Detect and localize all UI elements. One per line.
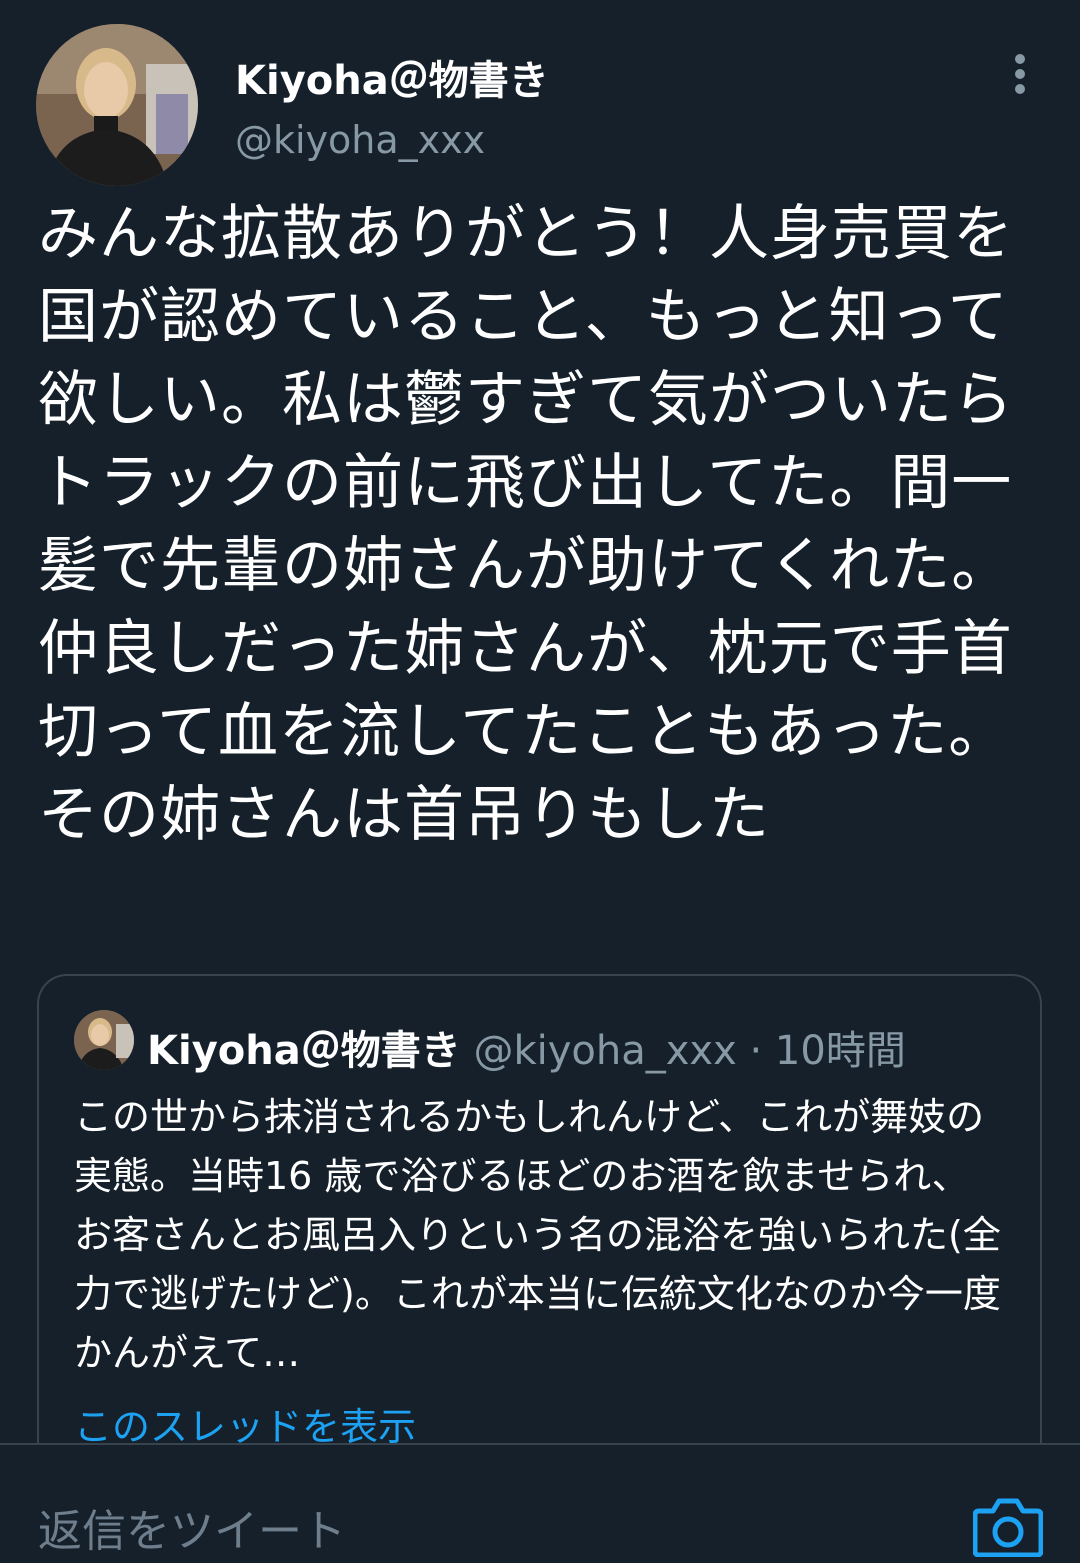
quoted-tweet-card[interactable]: Kiyoha＠物書き @kiyoha_xxx · 10時間 この世から抹消される… xyxy=(37,974,1042,1454)
quoted-tweet-header: Kiyoha＠物書き @kiyoha_xxx · 10時間 xyxy=(147,1018,906,1076)
reply-input[interactable]: 返信をツイート xyxy=(38,1495,346,1559)
author-handle[interactable]: @kiyoha_xxx xyxy=(235,118,485,162)
quoted-tweet-text: この世から抹消されるかもしれんけど、これが舞妓の実態。当時16 歳で浴びるほどの… xyxy=(74,1095,1001,1375)
quoted-author-handle: @kiyoha_xxx xyxy=(473,1028,737,1074)
quoted-tweet-time: 10時間 xyxy=(774,1028,906,1074)
tweet-body-text: みんな拡散ありがとう！人身売買を国が認めていること、もっと知って欲しい。私は鬱す… xyxy=(38,199,1014,850)
author-avatar[interactable] xyxy=(36,24,198,186)
quoted-author-avatar xyxy=(74,1010,134,1070)
camera-button[interactable] xyxy=(972,1497,1044,1558)
quoted-header-separator: · xyxy=(749,1028,763,1074)
more-options-button[interactable] xyxy=(996,50,1044,98)
reply-bar: 返信をツイート xyxy=(0,1443,1080,1563)
more-vertical-icon xyxy=(1015,54,1025,94)
author-display-name[interactable]: Kiyoha＠物書き xyxy=(235,48,549,106)
quoted-author-display-name: Kiyoha＠物書き xyxy=(147,1028,461,1074)
camera-icon xyxy=(972,1498,1044,1558)
